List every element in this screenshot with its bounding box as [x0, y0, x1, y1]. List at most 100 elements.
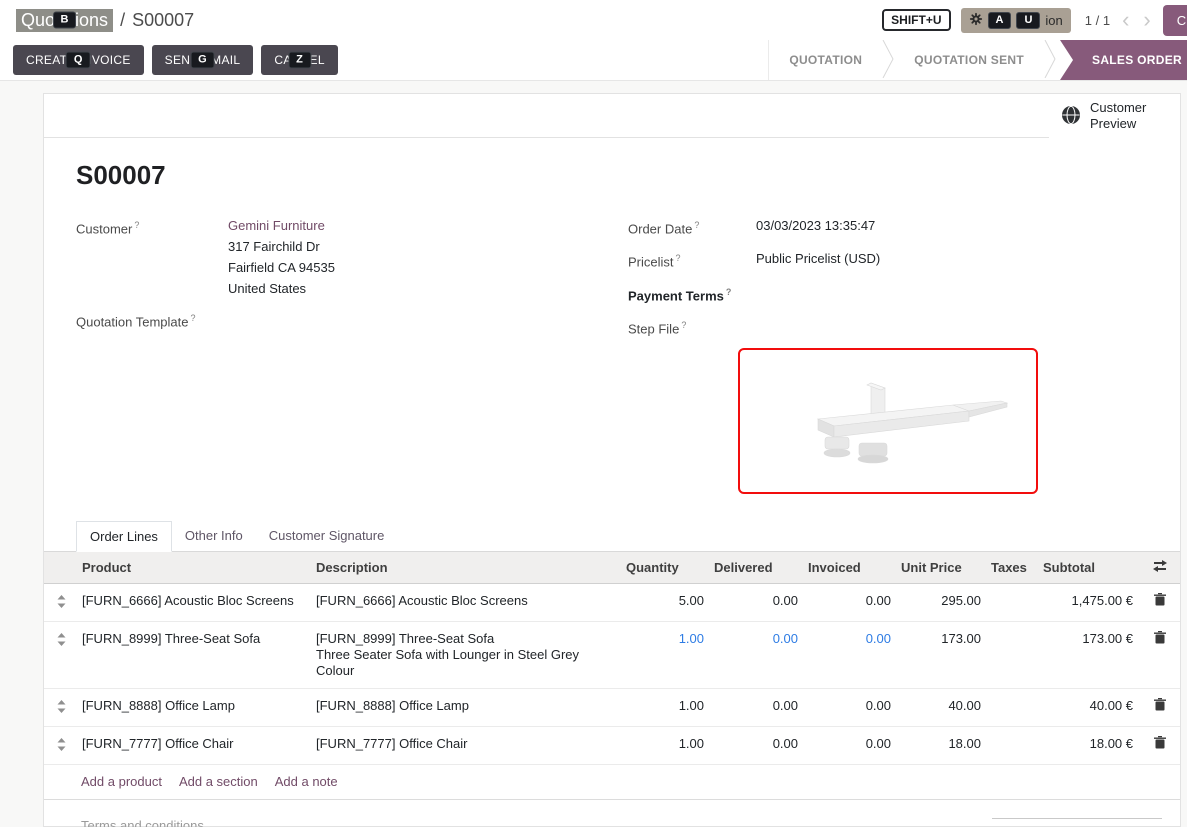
status-step-quotation[interactable]: QUOTATION: [769, 40, 882, 80]
table-row[interactable]: [FURN_7777] Office Chair [FURN_7777] Off…: [44, 727, 1180, 765]
pager-next-button[interactable]: ›: [1141, 10, 1152, 30]
shortcut-badge-q: Q: [66, 52, 91, 69]
cell-unit-price[interactable]: 40.00: [897, 689, 987, 727]
list-footer-links: Add a product Add a section Add a note: [44, 765, 1180, 800]
cell-taxes[interactable]: [987, 689, 1039, 727]
cell-description[interactable]: [FURN_8999] Three-Seat Sofa Three Seater…: [312, 622, 622, 689]
add-a-product-link[interactable]: Add a product: [81, 774, 162, 789]
cell-taxes[interactable]: [987, 727, 1039, 765]
description-line: Three Seater Sofa with Lounger in Steel …: [316, 647, 618, 679]
step-file-label: Step File?: [628, 315, 738, 339]
globe-icon: [1061, 105, 1081, 128]
table-row[interactable]: [FURN_6666] Acoustic Bloc Screens [FURN_…: [44, 584, 1180, 622]
order-date-field: Order Date? 03/03/2023 13:35:47: [628, 215, 1164, 239]
cell-quantity[interactable]: 1.00: [622, 689, 710, 727]
cell-delivered[interactable]: 0.00: [710, 689, 804, 727]
sheet-header-strip: Customer Preview: [44, 94, 1180, 138]
chevron-left-icon: ‹: [1122, 7, 1129, 32]
table-row[interactable]: [FURN_8999] Three-Seat Sofa [FURN_8999] …: [44, 622, 1180, 689]
tab-order-lines[interactable]: Order Lines: [76, 521, 172, 552]
breadcrumb-current: S00007: [132, 10, 194, 31]
cell-invoiced[interactable]: 0.00: [804, 584, 897, 622]
pager-previous-button[interactable]: ‹: [1120, 10, 1131, 30]
send-email-button[interactable]: SEND EMAIL G: [152, 45, 254, 75]
status-step-quotation-sent[interactable]: QUOTATION SENT: [894, 40, 1044, 80]
order-date-label: Order Date?: [628, 215, 756, 239]
help-icon: ?: [134, 220, 139, 230]
drag-handle-icon[interactable]: [44, 689, 78, 727]
3d-part-render: [763, 365, 1013, 477]
drag-handle-icon[interactable]: [44, 727, 78, 765]
trash-icon[interactable]: [1139, 689, 1180, 727]
cell-description[interactable]: [FURN_6666] Acoustic Bloc Screens: [312, 584, 622, 622]
column-header-subtotal: Subtotal: [1039, 552, 1139, 584]
cell-product[interactable]: [FURN_8999] Three-Seat Sofa: [78, 622, 312, 689]
cell-delivered[interactable]: 0.00: [710, 622, 804, 689]
action-menu-button[interactable]: A U ion: [961, 8, 1071, 33]
fields-right-column: Order Date? 03/03/2023 13:35:47 Pricelis…: [620, 215, 1164, 494]
create-invoice-button[interactable]: CREATE INVOICE Q: [13, 45, 144, 75]
cell-description[interactable]: [FURN_8888] Office Lamp: [312, 689, 622, 727]
cell-quantity[interactable]: 1.00: [622, 622, 710, 689]
customer-link[interactable]: Gemini Furniture: [228, 218, 325, 233]
cell-invoiced[interactable]: 0.00: [804, 622, 897, 689]
cell-invoiced[interactable]: 0.00: [804, 727, 897, 765]
tab-customer-signature[interactable]: Customer Signature: [256, 521, 398, 551]
gear-icon: [969, 12, 983, 29]
cell-taxes[interactable]: [987, 584, 1039, 622]
cell-delivered[interactable]: 0.00: [710, 727, 804, 765]
cell-quantity[interactable]: 5.00: [622, 584, 710, 622]
corner-button[interactable]: Ci: [1163, 5, 1187, 36]
payment-terms-label: Payment Terms?: [628, 282, 756, 306]
terms-field[interactable]: Terms and conditions...: [81, 818, 215, 827]
cell-product[interactable]: [FURN_8888] Office Lamp: [78, 689, 312, 727]
trash-icon[interactable]: [1139, 727, 1180, 765]
cell-description[interactable]: [FURN_7777] Office Chair: [312, 727, 622, 765]
cell-unit-price[interactable]: 173.00: [897, 622, 987, 689]
order-date-value[interactable]: 03/03/2023 13:35:47: [756, 215, 875, 239]
form-sheet: Customer Preview S00007 Customer? Gemini…: [43, 93, 1181, 827]
tab-other-info[interactable]: Other Info: [172, 521, 256, 551]
drag-handle-icon[interactable]: [44, 622, 78, 689]
pricelist-value[interactable]: Public Pricelist (USD): [756, 248, 880, 272]
customer-preview-button[interactable]: Customer Preview: [1049, 94, 1180, 138]
cell-product[interactable]: [FURN_7777] Office Chair: [78, 727, 312, 765]
cell-delivered[interactable]: 0.00: [710, 584, 804, 622]
status-step-sales-order[interactable]: SALES ORDER: [1060, 40, 1187, 80]
add-a-section-link[interactable]: Add a section: [179, 774, 258, 789]
page-title: S00007: [76, 160, 1164, 191]
description-line: [FURN_8999] Three-Seat Sofa: [316, 631, 618, 647]
column-header-taxes: Taxes: [987, 552, 1039, 584]
column-header-product: Product: [78, 552, 312, 584]
chevron-separator-icon: [882, 40, 894, 81]
step-file-image[interactable]: [738, 348, 1038, 494]
shortcut-badge-z: Z: [288, 52, 311, 69]
payment-terms-field: Payment Terms?: [628, 282, 1164, 306]
table-row[interactable]: [FURN_8888] Office Lamp [FURN_8888] Offi…: [44, 689, 1180, 727]
customer-label: Customer?: [76, 215, 228, 299]
breadcrumb-parent[interactable]: Quotations B: [16, 9, 113, 32]
header-buttons: CREATE INVOICE Q SEND EMAIL G CANCEL Z: [0, 40, 338, 80]
shortcut-badge-b: B: [53, 12, 77, 29]
sheet-header-divider: [44, 94, 1049, 138]
cell-unit-price[interactable]: 295.00: [897, 584, 987, 622]
top-navbar: Quotations B / S00007 SHIFT+U: [0, 0, 1187, 40]
adjust-columns-icon[interactable]: [1139, 552, 1180, 584]
fields-left-column: Customer? Gemini Furniture 317 Fairchild…: [76, 215, 620, 494]
trash-icon[interactable]: [1139, 622, 1180, 689]
cell-quantity[interactable]: 1.00: [622, 727, 710, 765]
sheet-footer: Terms and conditions... Total: 1,706.00 …: [44, 800, 1180, 827]
chevron-separator-icon: [1044, 40, 1056, 81]
breadcrumb: Quotations B / S00007: [16, 9, 194, 32]
add-a-note-link[interactable]: Add a note: [275, 774, 338, 789]
cell-taxes[interactable]: [987, 622, 1039, 689]
breadcrumb-separator: /: [120, 10, 125, 31]
quotation-template-field[interactable]: Quotation Template?: [76, 308, 620, 332]
cell-product[interactable]: [FURN_6666] Acoustic Bloc Screens: [78, 584, 312, 622]
cell-invoiced[interactable]: 0.00: [804, 689, 897, 727]
help-icon: ?: [191, 313, 196, 323]
drag-handle-icon[interactable]: [44, 584, 78, 622]
cancel-button[interactable]: CANCEL Z: [261, 45, 337, 75]
trash-icon[interactable]: [1139, 584, 1180, 622]
cell-unit-price[interactable]: 18.00: [897, 727, 987, 765]
